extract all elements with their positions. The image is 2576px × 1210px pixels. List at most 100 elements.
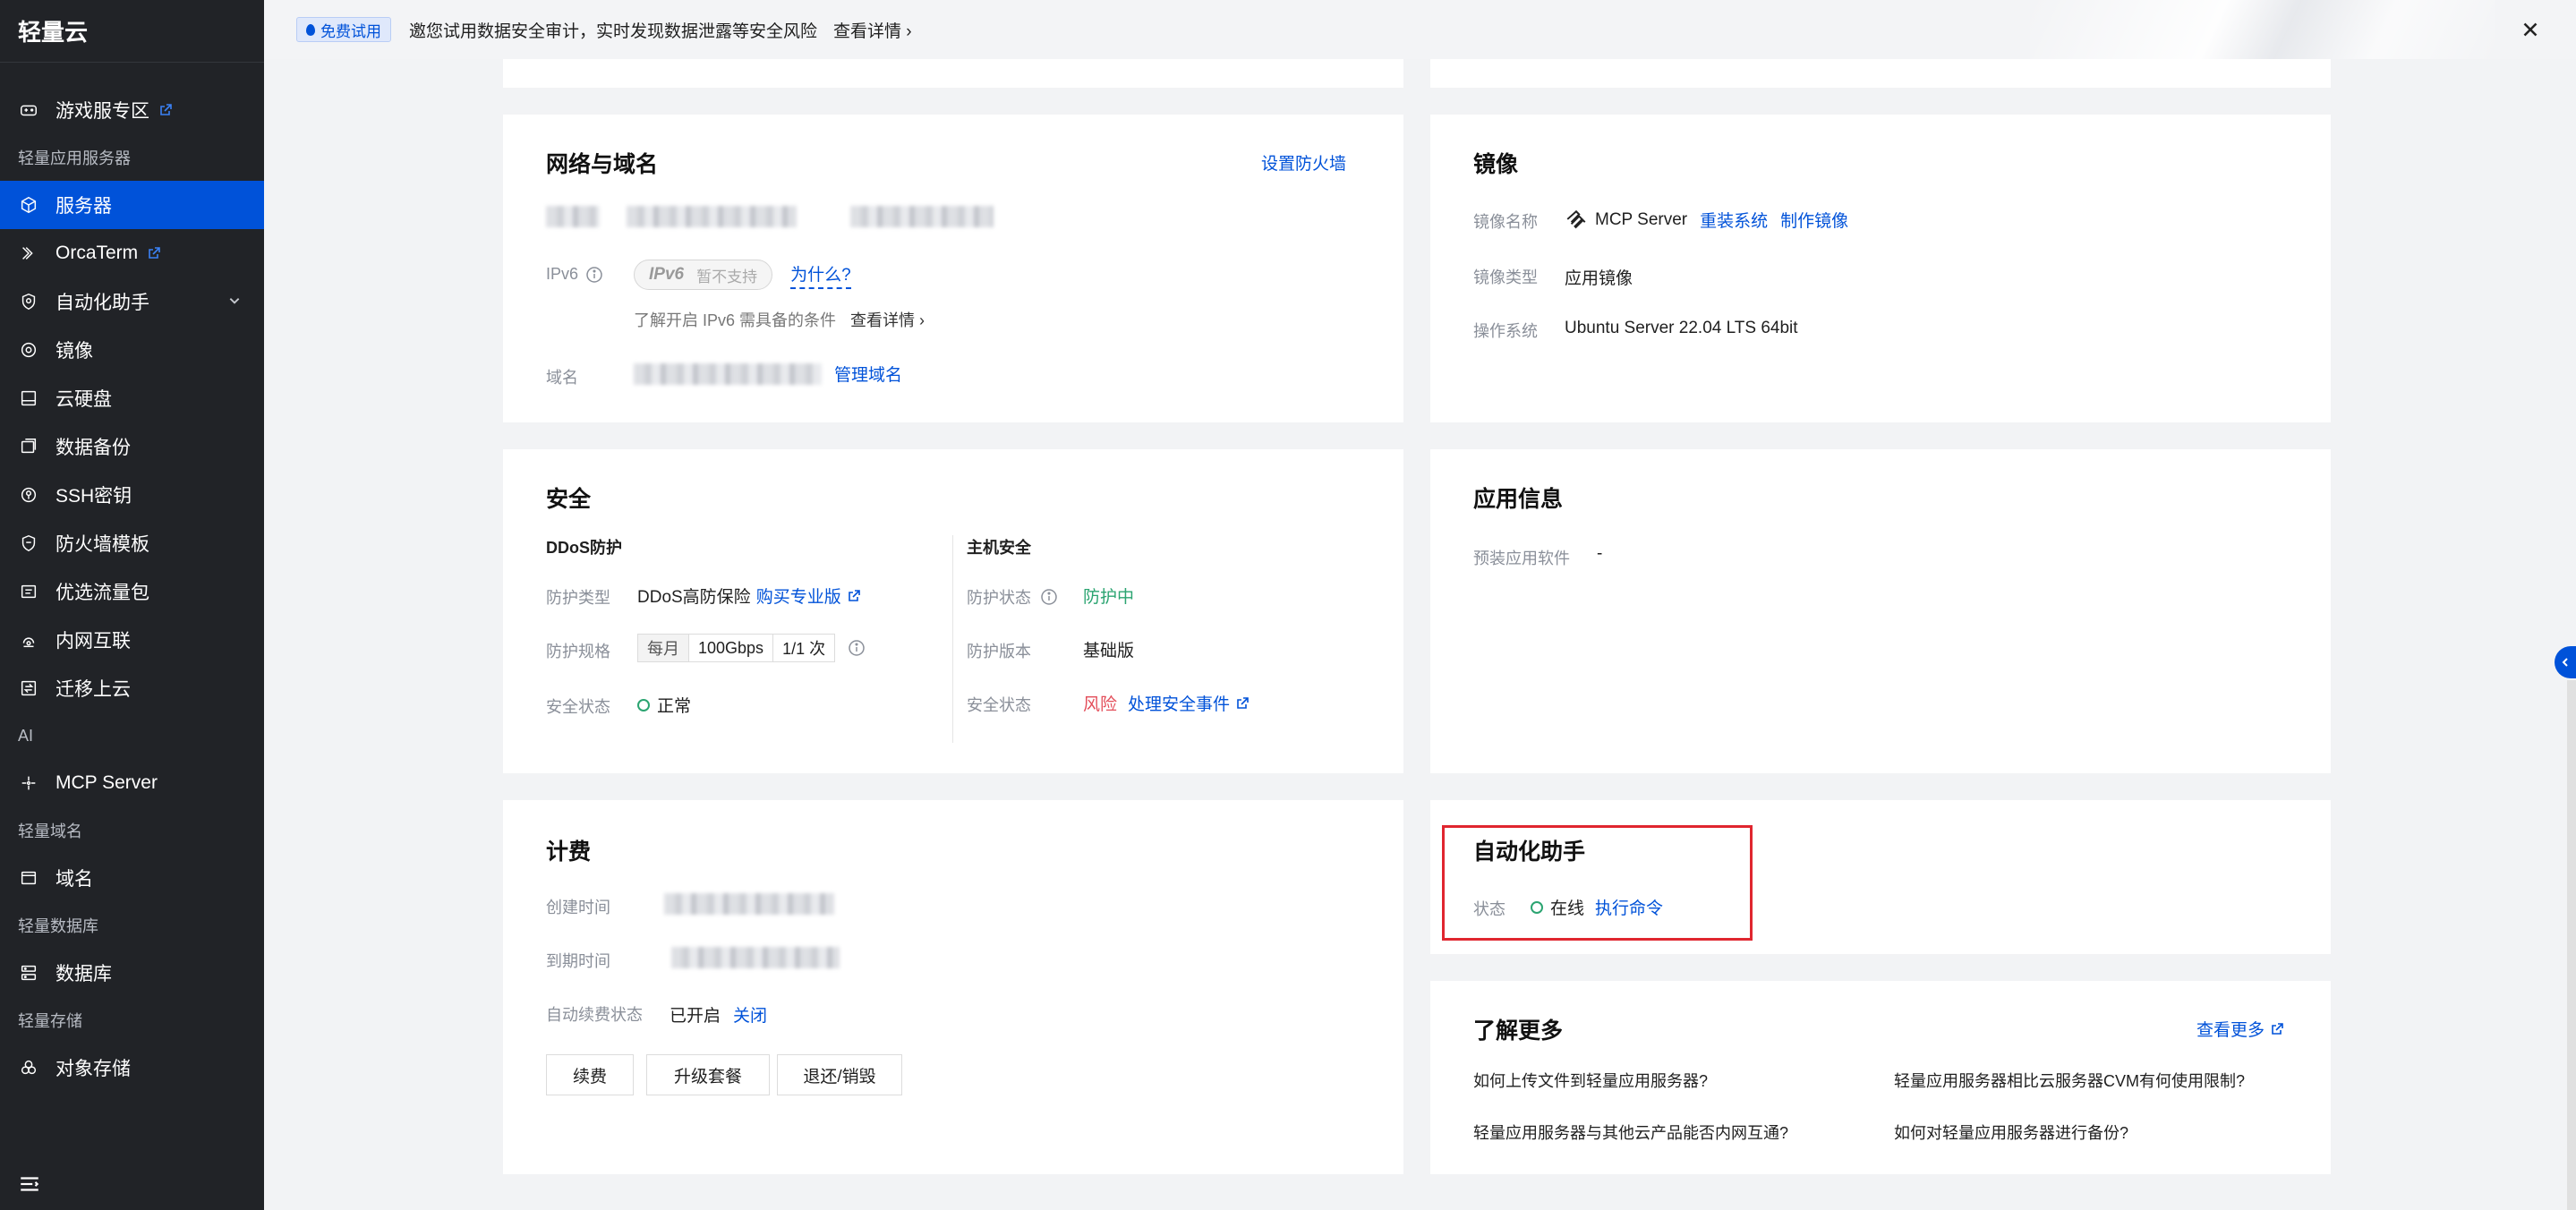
host-security-title: 主机安全	[967, 539, 1031, 557]
app-info-card: 应用信息 预装应用软件 -	[1430, 449, 2331, 773]
faq-link-1[interactable]: 如何上传文件到轻量应用服务器?	[1473, 1069, 1708, 1092]
card-top-right-partial	[1430, 59, 2331, 88]
security-card: 安全 DDoS防护 防护类型 DDoS高防保险 购买专业版 防护规格 每月 10…	[503, 449, 1403, 773]
protection-type-label: 防护类型	[546, 589, 610, 607]
ipv6-status: IPv6 暂不支持 为什么?	[634, 260, 851, 290]
sidebar-item-2[interactable]: 服务器	[0, 181, 264, 229]
sidebar-item-10[interactable]: 优选流量包	[0, 567, 264, 616]
side-panel-toggle[interactable]	[2555, 646, 2576, 678]
preinstalled-value: -	[1597, 544, 1603, 563]
image-type-value: 应用镜像	[1565, 269, 1633, 288]
ip-address-redacted	[546, 206, 994, 227]
billing-title: 计费	[546, 839, 592, 865]
network-title: 网络与域名	[546, 152, 659, 177]
sidebar-item-5[interactable]: 镜像	[0, 326, 264, 374]
set-firewall-link[interactable]: 设置防火墙	[1261, 150, 1346, 175]
chevron-down-icon[interactable]	[228, 294, 241, 307]
sidebar-item-4[interactable]: 自动化助手	[0, 277, 264, 326]
sidebar-item-14[interactable]: MCP Server	[0, 759, 264, 807]
sidebar-group-label: 轻量数据库	[18, 917, 98, 935]
refund-destroy-button[interactable]: 退还/销毁	[777, 1054, 902, 1095]
sidebar-item-7[interactable]: 数据备份	[0, 422, 264, 471]
info-icon[interactable]	[848, 639, 866, 657]
ipv6-unsupported-pill: IPv6 暂不支持	[634, 260, 773, 290]
traffic-icon	[18, 581, 39, 602]
collapse-menu-icon[interactable]	[18, 1172, 41, 1196]
info-icon[interactable]	[1040, 588, 1058, 606]
sidebar-item-6[interactable]: 云硬盘	[0, 374, 264, 422]
info-icon[interactable]	[585, 266, 603, 284]
buy-pro-link[interactable]: 购买专业版	[756, 584, 861, 608]
sidebar-item-8[interactable]: SSH密钥	[0, 471, 264, 519]
renew-button[interactable]: 续费	[546, 1054, 634, 1095]
os-value: Ubuntu Server 22.04 LTS 64bit	[1565, 319, 1798, 337]
chevron-left-icon	[2560, 657, 2571, 668]
migrate-icon	[18, 677, 39, 699]
faq-link-3[interactable]: 轻量应用服务器与其他云产品能否内网互通?	[1473, 1121, 1788, 1144]
handle-security-event-link[interactable]: 处理安全事件	[1128, 691, 1250, 715]
sidebar-item-label: 域名	[55, 869, 93, 890]
ipv6-hint: 了解开启 IPv6 需具备的条件 查看详情 ›	[634, 308, 925, 331]
sidebar-item-12[interactable]: 迁移上云	[0, 664, 264, 712]
domain-label: 域名	[546, 369, 578, 387]
free-trial-badge: 免费试用	[296, 17, 391, 42]
brand-logo[interactable]: 轻量云	[0, 0, 264, 63]
os-label: 操作系统	[1473, 322, 1538, 340]
banner-decoration	[2030, 0, 2495, 59]
sidebar-item-0[interactable]: 游戏服专区	[0, 86, 264, 134]
app-info-title: 应用信息	[1473, 487, 1564, 512]
sidebar-item-9[interactable]: 防火墙模板	[0, 519, 264, 567]
key-icon	[18, 484, 39, 506]
sidebar-item-20[interactable]: 对象存储	[0, 1044, 264, 1092]
sidebar-nav: 游戏服专区 轻量应用服务器 服务器 OrcaTerm 自动化助手 镜像 云硬盘 数据备份 SSH…	[0, 63, 264, 1092]
external-link-icon	[147, 246, 161, 260]
faq-link-2[interactable]: 轻量应用服务器相比云服务器CVM有何使用限制?	[1894, 1069, 2245, 1092]
disc-icon	[18, 339, 39, 361]
protection-spec-value: 每月 100Gbps 1/1 次	[637, 634, 866, 662]
sidebar-group-label: AI	[18, 726, 34, 745]
gamepad-icon	[18, 99, 39, 121]
upgrade-plan-button[interactable]: 升级套餐	[646, 1054, 770, 1095]
ipv6-details-link[interactable]: 查看详情 ›	[850, 308, 925, 331]
autorenew-label: 自动续费状态	[546, 1006, 643, 1024]
view-more-link[interactable]: 查看更多	[2196, 1017, 2284, 1041]
sidebar-group-label: 轻量域名	[18, 822, 82, 840]
faq-link-4[interactable]: 如何对轻量应用服务器进行备份?	[1894, 1121, 2128, 1144]
cube-icon	[18, 194, 39, 216]
sidebar-item-label: 内网互联	[55, 631, 131, 652]
security-title: 安全	[546, 487, 592, 512]
sidebar-item-label: 数据备份	[55, 438, 131, 458]
sidebar-item-3[interactable]: OrcaTerm	[0, 229, 264, 277]
host-safety-value: 风险 处理安全事件	[1083, 691, 1250, 715]
reinstall-system-link[interactable]: 重装系统	[1700, 208, 1768, 232]
sidebar-item-11[interactable]: 内网互联	[0, 616, 264, 664]
autorenew-off-link[interactable]: 关闭	[733, 1002, 767, 1027]
ipv6-why-link[interactable]: 为什么?	[790, 261, 851, 289]
protection-spec-label: 防护规格	[546, 643, 610, 660]
sidebar-item-label: 镜像	[55, 341, 93, 362]
sidebar-item-label: 优选流量包	[55, 583, 149, 603]
image-title: 镜像	[1473, 152, 1519, 177]
terminal-icon	[18, 243, 39, 264]
network-icon	[18, 629, 39, 651]
drop-icon	[306, 23, 315, 36]
learn-more-title: 了解更多	[1473, 1018, 1564, 1044]
network-card: 网络与域名 设置防火墙 IPv6 IPv6 暂不支持 为什么? 了解开启 IPv6…	[503, 115, 1403, 422]
external-link-icon	[158, 103, 173, 117]
autorenew-value: 已开启 关闭	[670, 1002, 767, 1027]
preinstalled-label: 预装应用软件	[1473, 550, 1570, 567]
disk-icon	[18, 388, 39, 409]
make-image-link[interactable]: 制作镜像	[1780, 208, 1848, 232]
external-link-icon	[847, 589, 861, 603]
sidebar-item-16[interactable]: 域名	[0, 854, 264, 902]
sidebar-item-18[interactable]: 数据库	[0, 949, 264, 997]
close-icon[interactable]	[2519, 18, 2542, 41]
sparkle-icon	[18, 772, 39, 794]
image-card: 镜像 镜像名称 MCP Server 重装系统 制作镜像 镜像类型 应用镜像 操…	[1430, 115, 2331, 422]
host-version-label: 防护版本	[967, 643, 1031, 660]
manage-domain-link[interactable]: 管理域名	[834, 362, 902, 386]
external-link-icon	[1235, 696, 1250, 711]
banner-details-link[interactable]: 查看详情 ›	[833, 18, 912, 42]
external-link-icon	[2270, 1022, 2284, 1036]
scrollbar[interactable]	[2567, 680, 2576, 1210]
